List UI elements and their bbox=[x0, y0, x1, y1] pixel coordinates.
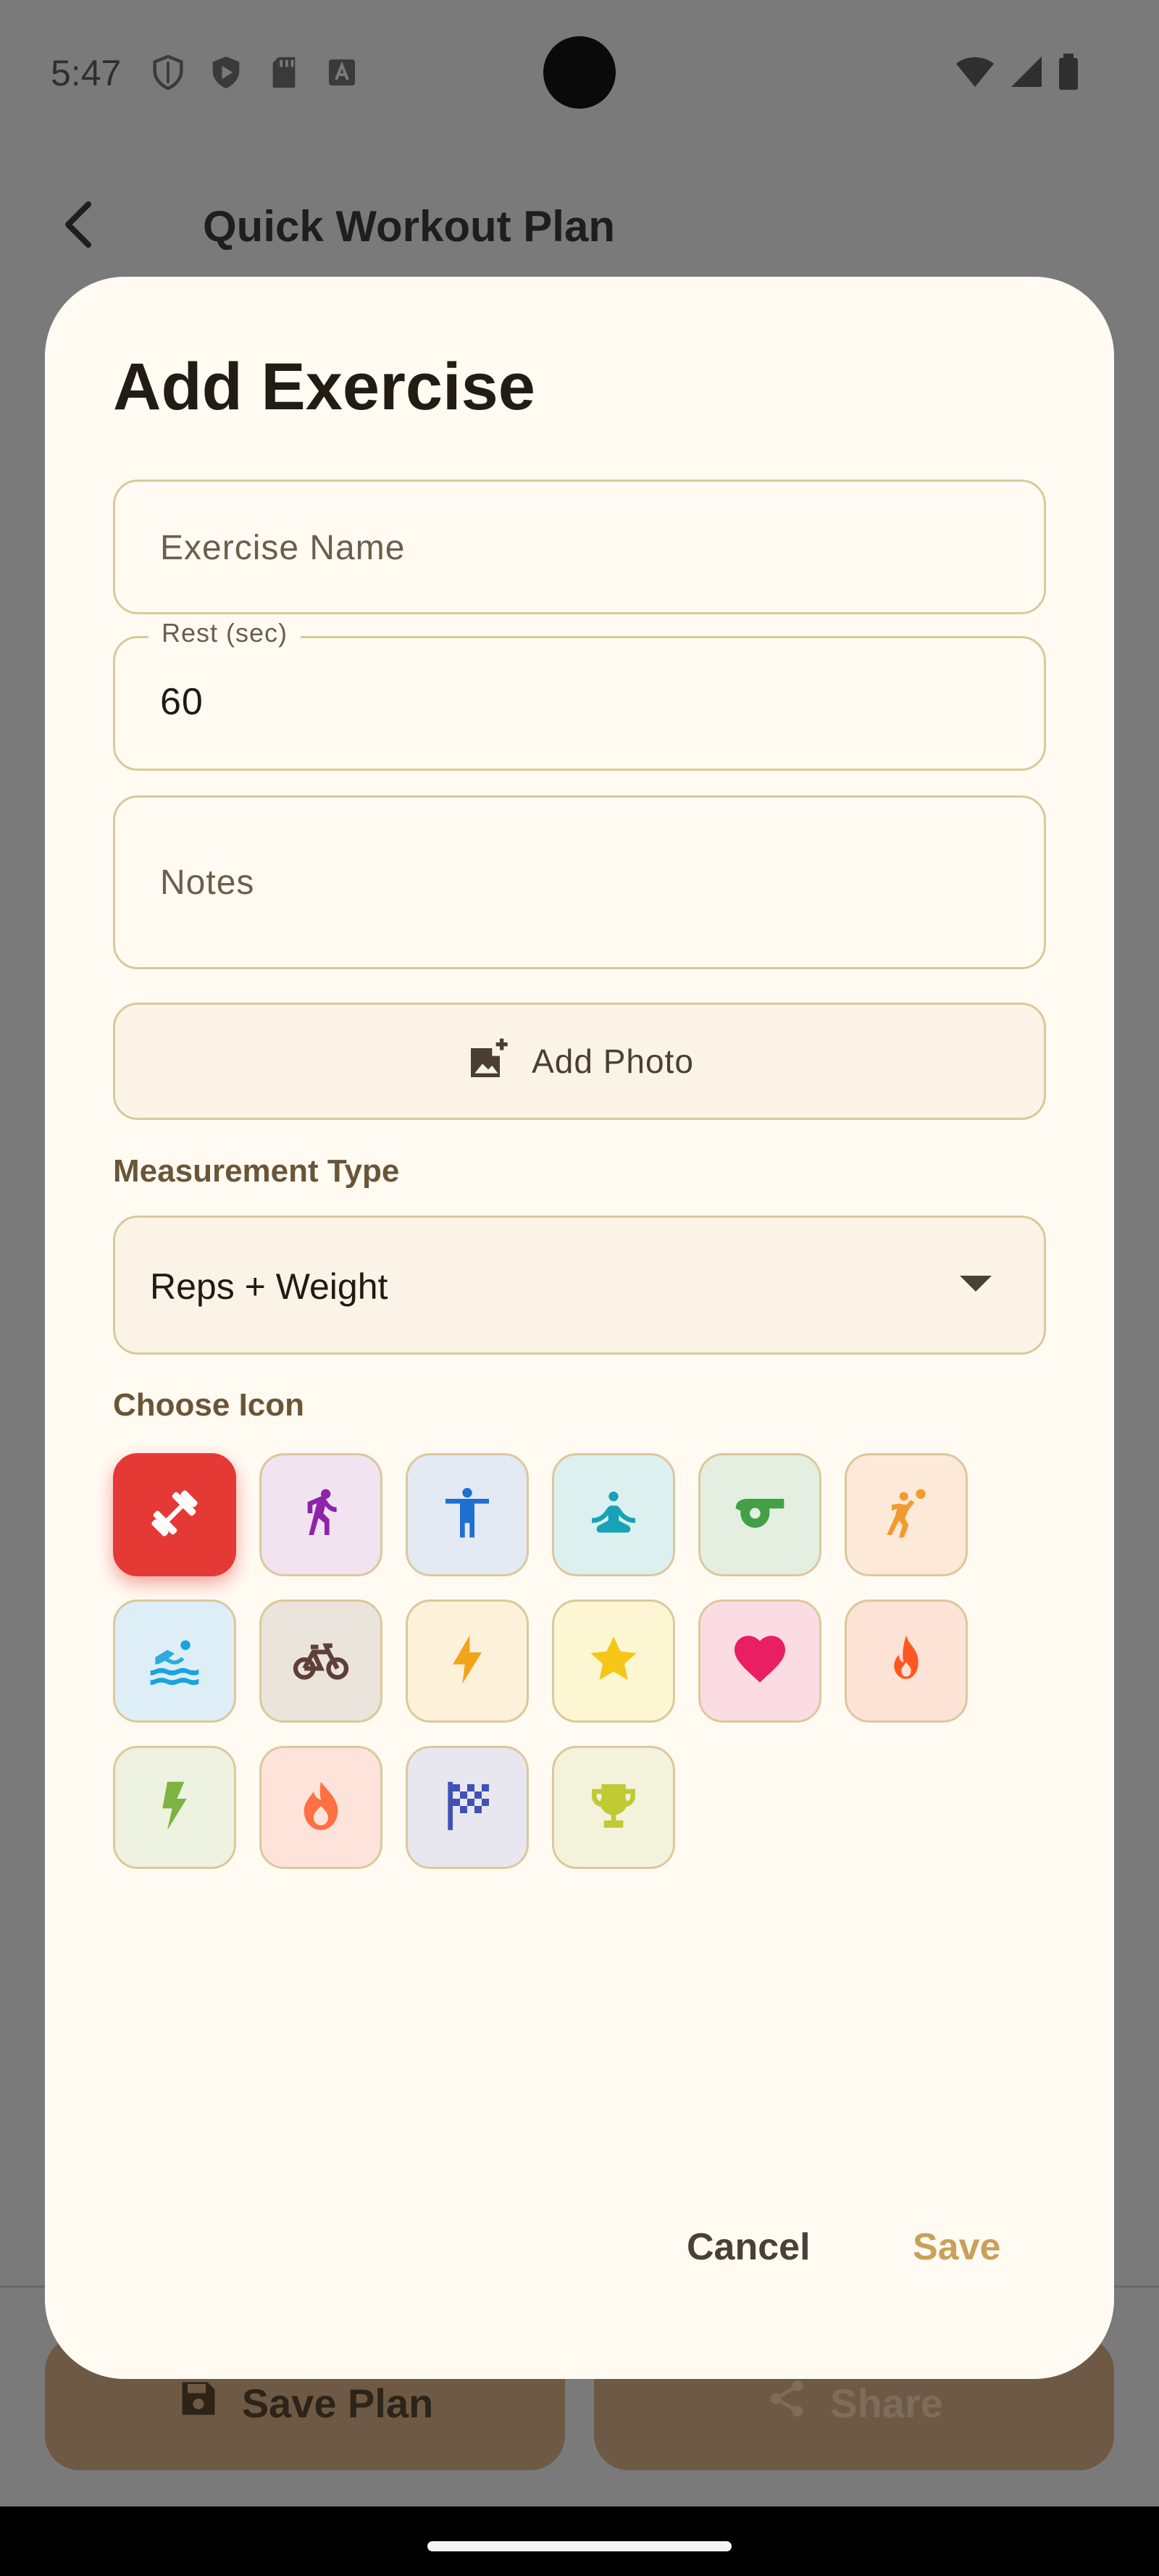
sd-card-icon bbox=[268, 55, 300, 90]
choose-icon-label: Choose Icon bbox=[113, 1387, 305, 1423]
save-plan-label: Save Plan bbox=[241, 2380, 434, 2426]
handball-icon bbox=[877, 1484, 935, 1546]
rest-field-value: 60 bbox=[160, 681, 204, 723]
measurement-type-label: Measurement Type bbox=[113, 1153, 400, 1189]
back-arrow-icon[interactable] bbox=[51, 196, 109, 254]
icon-option-fire[interactable] bbox=[845, 1599, 968, 1723]
icon-option-bolt-outline[interactable] bbox=[406, 1599, 529, 1723]
heart-icon bbox=[729, 1629, 790, 1694]
text-a-icon bbox=[326, 55, 358, 90]
cancel-button[interactable]: Cancel bbox=[687, 2225, 811, 2269]
add-photo-label: Add Photo bbox=[532, 1042, 694, 1080]
rest-field-label: Rest (sec) bbox=[148, 618, 301, 648]
navigation-bar bbox=[0, 2506, 1159, 2576]
share-label: Share bbox=[830, 2380, 943, 2426]
flame-icon bbox=[292, 1777, 350, 1839]
signal-icon bbox=[1010, 55, 1043, 92]
caret-down-icon bbox=[960, 1276, 992, 1292]
dumbbell-icon bbox=[146, 1484, 204, 1546]
add-photo-icon bbox=[465, 1037, 511, 1087]
fire-icon bbox=[877, 1631, 935, 1692]
bicycle-icon bbox=[290, 1629, 351, 1694]
save-icon bbox=[177, 2377, 220, 2430]
icon-option-dumbbell[interactable] bbox=[113, 1453, 236, 1576]
add-photo-button[interactable]: Add Photo bbox=[113, 1003, 1046, 1120]
icon-option-runner[interactable] bbox=[259, 1453, 382, 1576]
save-button[interactable]: Save bbox=[913, 2225, 1000, 2269]
rest-seconds-field[interactable]: Rest (sec) 60 bbox=[113, 618, 1046, 771]
icon-option-checkered-flag[interactable] bbox=[406, 1746, 529, 1869]
icon-option-accessibility[interactable] bbox=[406, 1453, 529, 1576]
exercise-name-placeholder: Exercise Name bbox=[160, 529, 406, 567]
icon-option-heart[interactable] bbox=[698, 1599, 821, 1723]
home-gesture-handle[interactable] bbox=[427, 2541, 732, 2551]
status-bar: 5:47 bbox=[0, 0, 1159, 145]
status-time: 5:47 bbox=[51, 53, 122, 93]
exercise-name-field[interactable]: Exercise Name bbox=[113, 480, 1046, 614]
app-bar: Quick Workout Plan bbox=[0, 167, 1159, 283]
icon-option-flame[interactable] bbox=[259, 1746, 382, 1869]
swimming-icon bbox=[146, 1631, 204, 1692]
notes-field[interactable]: Notes bbox=[113, 795, 1046, 969]
icon-option-trophy[interactable] bbox=[552, 1746, 675, 1869]
icon-option-meditation[interactable] bbox=[552, 1453, 675, 1576]
icon-option-star[interactable] bbox=[552, 1599, 675, 1723]
add-exercise-dialog: Add Exercise Exercise Name Rest (sec) 60… bbox=[45, 277, 1114, 2379]
status-icons-right bbox=[955, 54, 1079, 93]
trophy-icon bbox=[585, 1777, 643, 1839]
icon-option-handball[interactable] bbox=[845, 1453, 968, 1576]
accessibility-icon bbox=[438, 1484, 496, 1546]
icon-option-bolt[interactable] bbox=[113, 1746, 236, 1869]
notes-placeholder: Notes bbox=[160, 863, 255, 902]
icon-option-bicycle[interactable] bbox=[259, 1599, 382, 1723]
measurement-type-value: Reps + Weight bbox=[150, 1266, 388, 1307]
bolt-outline-icon bbox=[438, 1631, 496, 1692]
status-icons-left bbox=[152, 55, 358, 90]
whistle-icon bbox=[731, 1484, 789, 1546]
shield-outline-icon bbox=[152, 55, 184, 90]
battery-icon bbox=[1058, 54, 1079, 93]
dialog-title: Add Exercise bbox=[113, 350, 535, 424]
checkered-flag-icon bbox=[438, 1777, 496, 1839]
camera-cutout bbox=[543, 36, 616, 109]
runner-icon bbox=[292, 1484, 350, 1546]
star-icon bbox=[585, 1631, 643, 1692]
icon-option-swimming[interactable] bbox=[113, 1599, 236, 1723]
measurement-type-dropdown[interactable]: Reps + Weight bbox=[113, 1216, 1046, 1355]
play-shield-icon bbox=[210, 55, 242, 90]
share-icon bbox=[765, 2377, 808, 2430]
icon-option-whistle[interactable] bbox=[698, 1453, 821, 1576]
bolt-icon bbox=[146, 1777, 204, 1839]
meditation-icon bbox=[585, 1484, 643, 1546]
wifi-icon bbox=[955, 55, 995, 92]
page-title: Quick Workout Plan bbox=[203, 202, 615, 251]
